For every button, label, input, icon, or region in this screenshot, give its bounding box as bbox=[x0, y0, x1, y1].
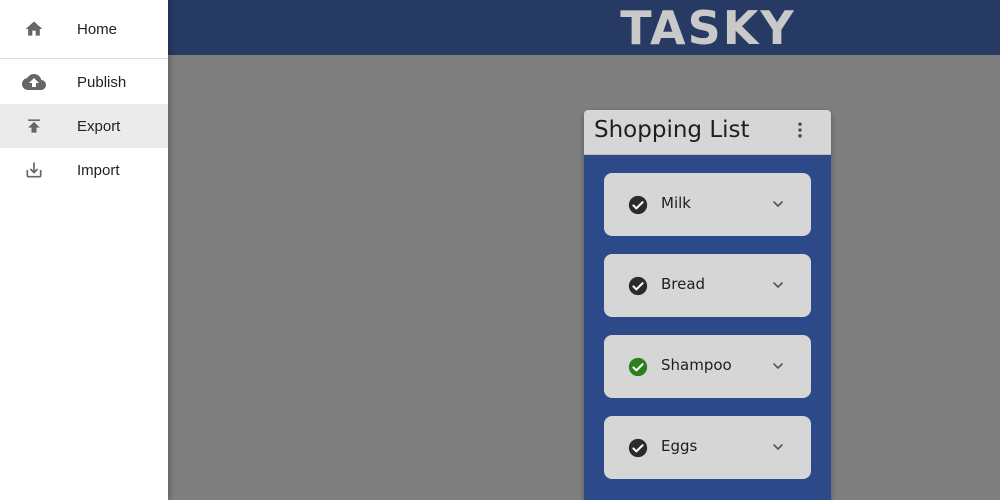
export-icon bbox=[21, 113, 47, 139]
chevron-down-icon[interactable] bbox=[767, 436, 789, 458]
drawer-item-label: Import bbox=[77, 161, 120, 179]
check-circle-icon[interactable] bbox=[627, 275, 649, 297]
list-item-bread[interactable]: Bread bbox=[604, 254, 811, 317]
list-title: Shopping List bbox=[594, 117, 750, 143]
drawer-item-home[interactable]: Home bbox=[0, 7, 168, 51]
download-icon bbox=[21, 157, 47, 183]
chevron-down-icon[interactable] bbox=[767, 355, 789, 377]
check-circle-icon[interactable] bbox=[627, 194, 649, 216]
list-item-eggs[interactable]: Eggs bbox=[604, 416, 811, 479]
navigation-drawer: Home Publish Export Import bbox=[0, 0, 168, 500]
item-name: Eggs bbox=[661, 437, 698, 455]
drawer-item-label: Home bbox=[77, 20, 118, 38]
item-name: Bread bbox=[661, 275, 706, 293]
list-item-milk[interactable]: Milk bbox=[604, 173, 811, 236]
check-circle-icon[interactable] bbox=[627, 356, 649, 378]
drawer-item-publish[interactable]: Publish bbox=[0, 60, 168, 104]
list-menu-button[interactable] bbox=[787, 119, 813, 145]
drawer-divider bbox=[0, 58, 168, 59]
drawer-item-import[interactable]: Import bbox=[0, 148, 168, 192]
item-name: Shampoo bbox=[661, 356, 732, 374]
home-icon bbox=[21, 16, 47, 42]
card-header: Shopping List bbox=[584, 110, 831, 155]
shopping-list-card: Shopping List Milk Bread Shampoo Eggs bbox=[584, 110, 831, 500]
app-logo: TASKY bbox=[620, 1, 796, 55]
check-circle-icon[interactable] bbox=[627, 437, 649, 459]
chevron-down-icon[interactable] bbox=[767, 193, 789, 215]
list-item-shampoo[interactable]: Shampoo bbox=[604, 335, 811, 398]
chevron-down-icon[interactable] bbox=[767, 274, 789, 296]
item-name: Milk bbox=[661, 194, 691, 212]
drawer-item-label: Publish bbox=[77, 73, 127, 91]
drawer-item-export[interactable]: Export bbox=[0, 104, 168, 148]
drawer-item-label: Export bbox=[77, 117, 121, 135]
cloud-upload-icon bbox=[21, 69, 47, 95]
more-vert-icon bbox=[790, 120, 810, 144]
